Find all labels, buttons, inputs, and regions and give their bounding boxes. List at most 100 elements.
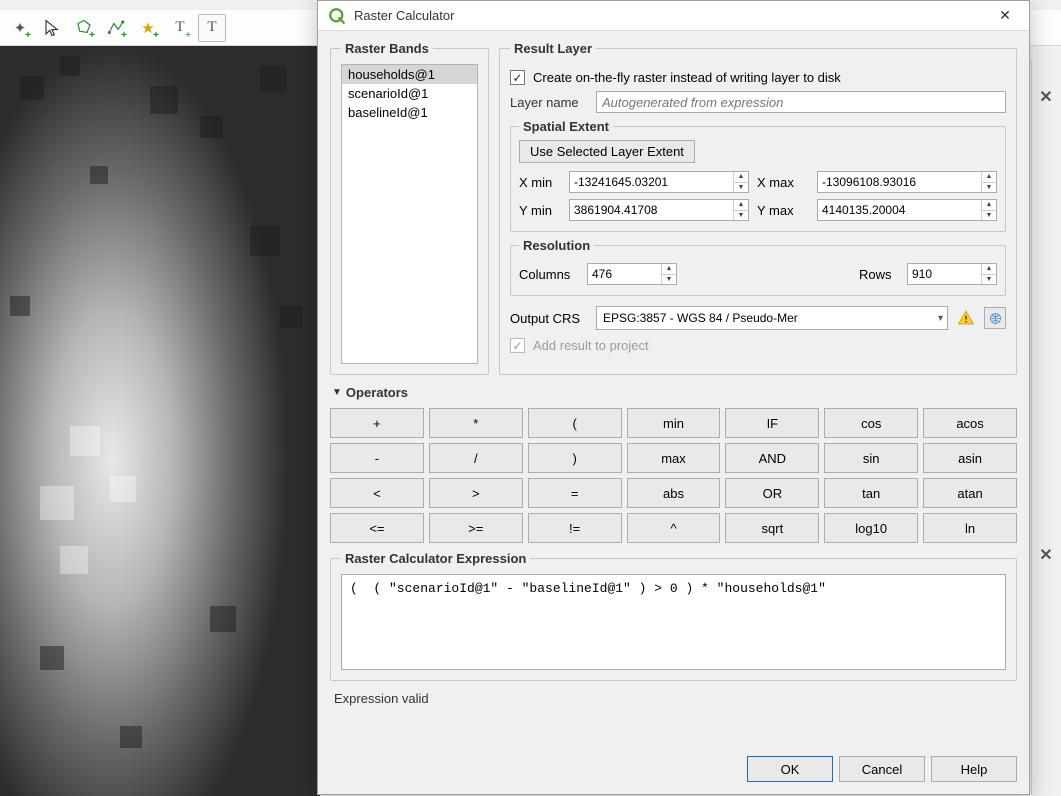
operator-button[interactable]: acos <box>923 408 1017 438</box>
operator-button[interactable]: - <box>330 443 424 473</box>
toolbar-cursor-icon[interactable] <box>38 14 66 42</box>
output-crs-select[interactable]: EPSG:3857 - WGS 84 / Pseudo-Mer ▾ <box>596 306 948 330</box>
operator-button[interactable]: cos <box>824 408 918 438</box>
operator-button[interactable]: / <box>429 443 523 473</box>
raster-bands-legend: Raster Bands <box>341 41 433 56</box>
toolbar-polygon-plus-icon[interactable]: + <box>70 14 98 42</box>
operator-button[interactable]: ln <box>923 513 1017 543</box>
operator-button[interactable]: AND <box>725 443 819 473</box>
right-dock-strip: ✕ ✕ <box>1031 60 1061 795</box>
operator-button[interactable]: != <box>528 513 622 543</box>
ymin-input[interactable]: ▲▼ <box>569 199 749 221</box>
resolution-legend: Resolution <box>519 238 594 253</box>
expression-group: Raster Calculator Expression ( ( "scenar… <box>330 551 1017 681</box>
select-crs-button[interactable] <box>984 307 1006 329</box>
ok-button[interactable]: OK <box>747 756 833 782</box>
columns-label: Columns <box>519 267 579 282</box>
operator-button[interactable]: * <box>429 408 523 438</box>
help-button[interactable]: Help <box>931 756 1017 782</box>
operator-button[interactable]: min <box>627 408 721 438</box>
toolbar-sparkle-icon[interactable]: ✦+ <box>6 14 34 42</box>
operator-button[interactable]: asin <box>923 443 1017 473</box>
layer-name-label: Layer name <box>510 95 588 110</box>
output-crs-value: EPSG:3857 - WGS 84 / Pseudo-Mer <box>603 311 798 325</box>
output-crs-label: Output CRS <box>510 311 588 326</box>
rows-label: Rows <box>859 267 899 282</box>
toolbar-line-plus-icon[interactable]: + <box>102 14 130 42</box>
raster-band-item[interactable]: households@1 <box>342 65 477 84</box>
operator-button[interactable]: atan <box>923 478 1017 508</box>
spin-up-icon[interactable]: ▲ <box>982 172 996 183</box>
add-result-label: Add result to project <box>533 338 649 353</box>
add-result-checkbox: ✓ <box>510 338 525 353</box>
raster-bands-list[interactable]: households@1scenarioId@1baselineId@1 <box>341 64 478 364</box>
operator-button[interactable]: < <box>330 478 424 508</box>
layer-name-input[interactable] <box>596 91 1006 113</box>
toolbar-text-frame-icon[interactable]: T <box>198 14 226 42</box>
use-selected-extent-button[interactable]: Use Selected Layer Extent <box>519 140 695 163</box>
chevron-down-icon: ▾ <box>938 313 943 324</box>
operator-button[interactable]: > <box>429 478 523 508</box>
raster-band-item[interactable]: scenarioId@1 <box>342 84 477 103</box>
dialog-button-row: OK Cancel Help <box>318 746 1029 794</box>
operators-toggle[interactable]: ▼ Operators <box>330 379 1017 402</box>
spatial-extent-group: Spatial Extent Use Selected Layer Extent… <box>510 119 1006 232</box>
expression-input[interactable]: ( ( "scenarioId@1" - "baselineId@1" ) > … <box>341 574 1006 670</box>
qgis-logo-icon <box>328 7 346 25</box>
operator-button[interactable]: ^ <box>627 513 721 543</box>
ymin-label: Y min <box>519 203 561 218</box>
expression-status: Expression valid <box>330 685 1017 708</box>
map-canvas[interactable] <box>0 46 320 796</box>
ymax-input[interactable]: ▲▼ <box>817 199 997 221</box>
xmin-label: X min <box>519 175 561 190</box>
panel-close-1-icon[interactable]: ✕ <box>1035 86 1057 108</box>
warning-icon <box>956 308 976 328</box>
operator-button[interactable]: = <box>528 478 622 508</box>
operator-button[interactable]: max <box>627 443 721 473</box>
operator-button[interactable]: IF <box>725 408 819 438</box>
create-on-fly-label: Create on-the-fly raster instead of writ… <box>533 70 841 85</box>
operator-button[interactable]: log10 <box>824 513 918 543</box>
spin-down-icon[interactable]: ▼ <box>734 211 748 221</box>
spin-up-icon[interactable]: ▲ <box>662 264 676 275</box>
rows-input[interactable]: ▲▼ <box>907 263 997 285</box>
raster-calculator-dialog: Raster Calculator ✕ Raster Bands househo… <box>317 0 1030 795</box>
spin-down-icon[interactable]: ▼ <box>662 275 676 285</box>
spin-up-icon[interactable]: ▲ <box>734 172 748 183</box>
operator-button[interactable]: ) <box>528 443 622 473</box>
operator-button[interactable]: sin <box>824 443 918 473</box>
spatial-extent-legend: Spatial Extent <box>519 119 613 134</box>
operator-button[interactable]: >= <box>429 513 523 543</box>
close-icon[interactable]: ✕ <box>991 5 1019 27</box>
spin-up-icon[interactable]: ▲ <box>982 200 996 211</box>
spin-down-icon[interactable]: ▼ <box>982 183 996 193</box>
raster-bands-group: Raster Bands households@1scenarioId@1bas… <box>330 41 489 375</box>
expression-legend: Raster Calculator Expression <box>341 551 530 566</box>
panel-close-2-icon[interactable]: ✕ <box>1035 544 1057 566</box>
cancel-button[interactable]: Cancel <box>839 756 925 782</box>
operator-button[interactable]: <= <box>330 513 424 543</box>
operator-button[interactable]: ( <box>528 408 622 438</box>
result-layer-group: Result Layer ✓ Create on-the-fly raster … <box>499 41 1017 375</box>
operators-grid: +*(minIFcosacos-/)maxANDsinasin<>=absORt… <box>330 408 1017 543</box>
spin-down-icon[interactable]: ▼ <box>734 183 748 193</box>
spin-up-icon[interactable]: ▲ <box>982 264 996 275</box>
xmax-input[interactable]: ▲▼ <box>817 171 997 193</box>
toolbar-text-plus-icon[interactable]: T+ <box>166 14 194 42</box>
operator-button[interactable]: tan <box>824 478 918 508</box>
columns-input[interactable]: ▲▼ <box>587 263 677 285</box>
xmin-input[interactable]: ▲▼ <box>569 171 749 193</box>
dialog-titlebar: Raster Calculator ✕ <box>318 1 1029 31</box>
raster-band-item[interactable]: baselineId@1 <box>342 103 477 122</box>
spin-down-icon[interactable]: ▼ <box>982 275 996 285</box>
operator-button[interactable]: sqrt <box>725 513 819 543</box>
create-on-fly-checkbox[interactable]: ✓ <box>510 70 525 85</box>
result-layer-legend: Result Layer <box>510 41 596 56</box>
create-on-fly-row: ✓ Create on-the-fly raster instead of wr… <box>510 70 1006 85</box>
operator-button[interactable]: abs <box>627 478 721 508</box>
operator-button[interactable]: OR <box>725 478 819 508</box>
toolbar-star-icon[interactable]: ★+ <box>134 14 162 42</box>
spin-down-icon[interactable]: ▼ <box>982 211 996 221</box>
operator-button[interactable]: + <box>330 408 424 438</box>
spin-up-icon[interactable]: ▲ <box>734 200 748 211</box>
